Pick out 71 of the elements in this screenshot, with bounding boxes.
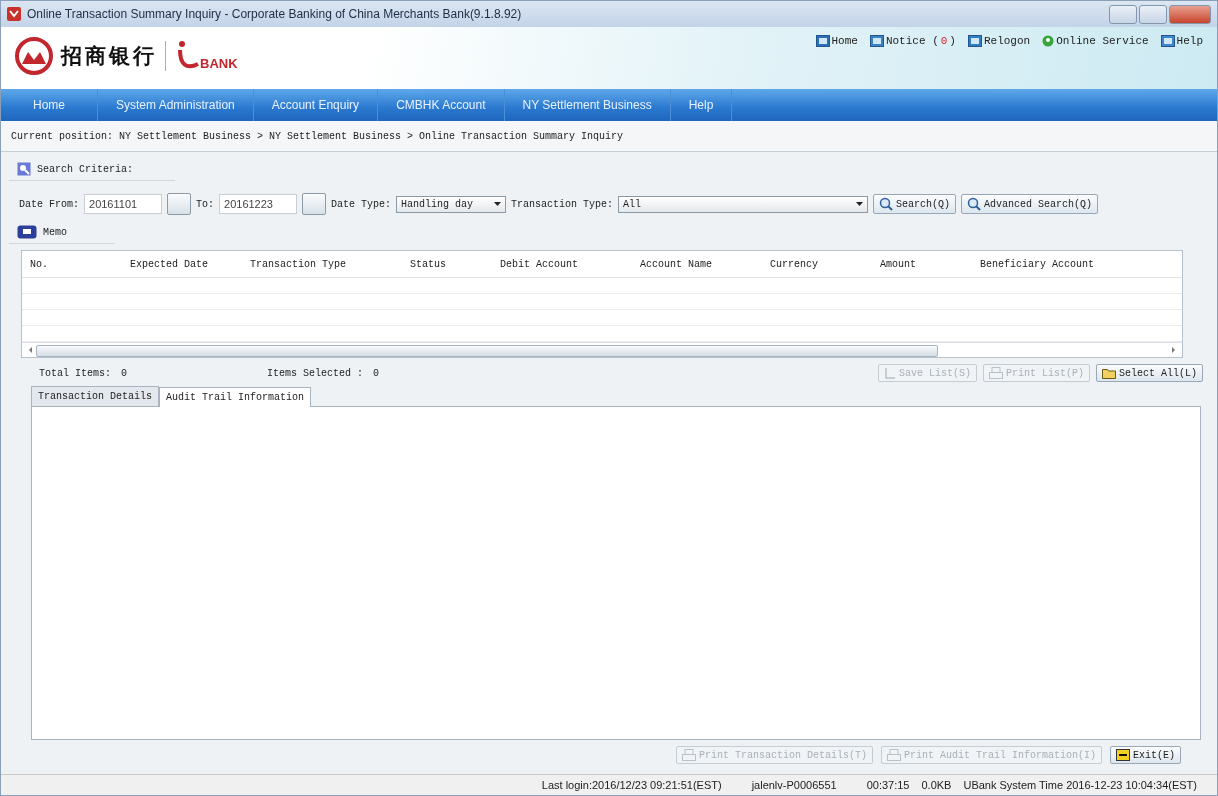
header-link[interactable]: Help: [1160, 35, 1203, 47]
breadcrumb: Current position: NY Settlement Business > NY Settlement Business > Online Transaction Summary Inquiry: [1, 121, 1217, 152]
product-logo-text: BANK: [200, 56, 238, 71]
link-label: Relogon: [983, 35, 1031, 47]
window-title: Online Transaction Summary Inquiry - Corporate Banking of China Merchants Bank(9.1.8.92): [27, 7, 523, 21]
printer-icon: [681, 749, 696, 761]
folder-icon: [1102, 367, 1116, 379]
search-button[interactable]: Search(Q): [873, 194, 957, 214]
caret-icon: [856, 202, 864, 206]
tab[interactable]: Transaction Details: [31, 386, 160, 406]
link-label: Home: [831, 35, 858, 47]
exit-button[interactable]: Exit(E): [1110, 746, 1181, 764]
link-label: Notice (: [885, 35, 939, 47]
bank-logo-icon: [15, 37, 53, 75]
printer-icon: [988, 367, 1003, 379]
field-label: Date Type:: [331, 198, 392, 210]
status-text: jalenlv-P0006551: [751, 779, 837, 791]
date-field[interactable]: 20161223: [219, 194, 298, 214]
column-header: No.: [29, 258, 49, 270]
items-selected-value: 0: [373, 367, 380, 379]
status-text: 0.0KB: [921, 779, 952, 791]
column-header: Status: [409, 258, 447, 270]
close-button[interactable]: [1169, 4, 1211, 24]
field-label: Date From:: [19, 198, 79, 210]
window-icon: [967, 35, 982, 47]
column-header: Currency: [769, 258, 819, 270]
advanced-search-button[interactable]: Advanced Search(Q): [961, 194, 1099, 214]
field-label: To:: [196, 198, 215, 210]
items-selected-label: Items Selected :: [267, 367, 364, 379]
window-icon: [815, 35, 830, 47]
horizontal-scrollbar[interactable]: [22, 342, 1182, 357]
field-label: Transaction Type:: [511, 198, 614, 210]
maximize-button[interactable]: [1139, 4, 1167, 24]
header-link[interactable]: Home: [815, 35, 858, 47]
search-icon: [17, 162, 31, 176]
calendar-button[interactable]: [167, 193, 191, 215]
header-link[interactable]: Notice ( 0 ): [869, 35, 956, 47]
tab[interactable]: Audit Trail Information: [159, 387, 312, 407]
calendar-button[interactable]: [302, 193, 327, 215]
dropdown[interactable]: Handling day: [396, 195, 507, 213]
status-circle-icon: [1042, 35, 1055, 47]
app-icon: [7, 7, 21, 21]
column-header: Expected Date: [129, 258, 209, 270]
caret-icon: [494, 202, 502, 206]
memo-icon: [17, 225, 37, 239]
notice-count: 0: [940, 35, 948, 47]
minimize-button[interactable]: [1109, 4, 1137, 24]
magnifier-icon: [967, 197, 982, 211]
column-header: Beneficiary Account: [979, 258, 1096, 270]
section-title: Search Criteria:: [37, 163, 133, 175]
header-link[interactable]: Relogon: [967, 35, 1031, 47]
total-items-label: Total Items:: [39, 367, 111, 379]
status-text: UBank System Time 2016-12-23 10:04:34(EST): [963, 779, 1197, 791]
column-header: Transaction Type: [249, 258, 347, 270]
date-field[interactable]: 20161101: [84, 194, 162, 214]
magnifier-icon: [879, 197, 894, 211]
dropdown[interactable]: All: [618, 195, 869, 213]
status-text: 00:37:15: [866, 779, 910, 791]
bank-name: 招商银行: [61, 43, 157, 70]
link-label: Help: [1176, 35, 1203, 47]
window-icon: [869, 35, 884, 47]
section-title: Memo: [43, 226, 67, 238]
total-items-value: 0: [121, 367, 128, 379]
printer-icon: [886, 749, 901, 761]
column-header: Account Name: [639, 258, 713, 270]
column-header: Debit Account: [499, 258, 579, 270]
status-text: Last login:2016/12/23 09:21:51(EST): [541, 779, 722, 791]
list-button[interactable]: Select All(L): [1096, 364, 1203, 382]
link-label: ): [949, 35, 956, 47]
exit-icon: [1116, 749, 1130, 761]
column-header: Amount: [879, 258, 917, 270]
